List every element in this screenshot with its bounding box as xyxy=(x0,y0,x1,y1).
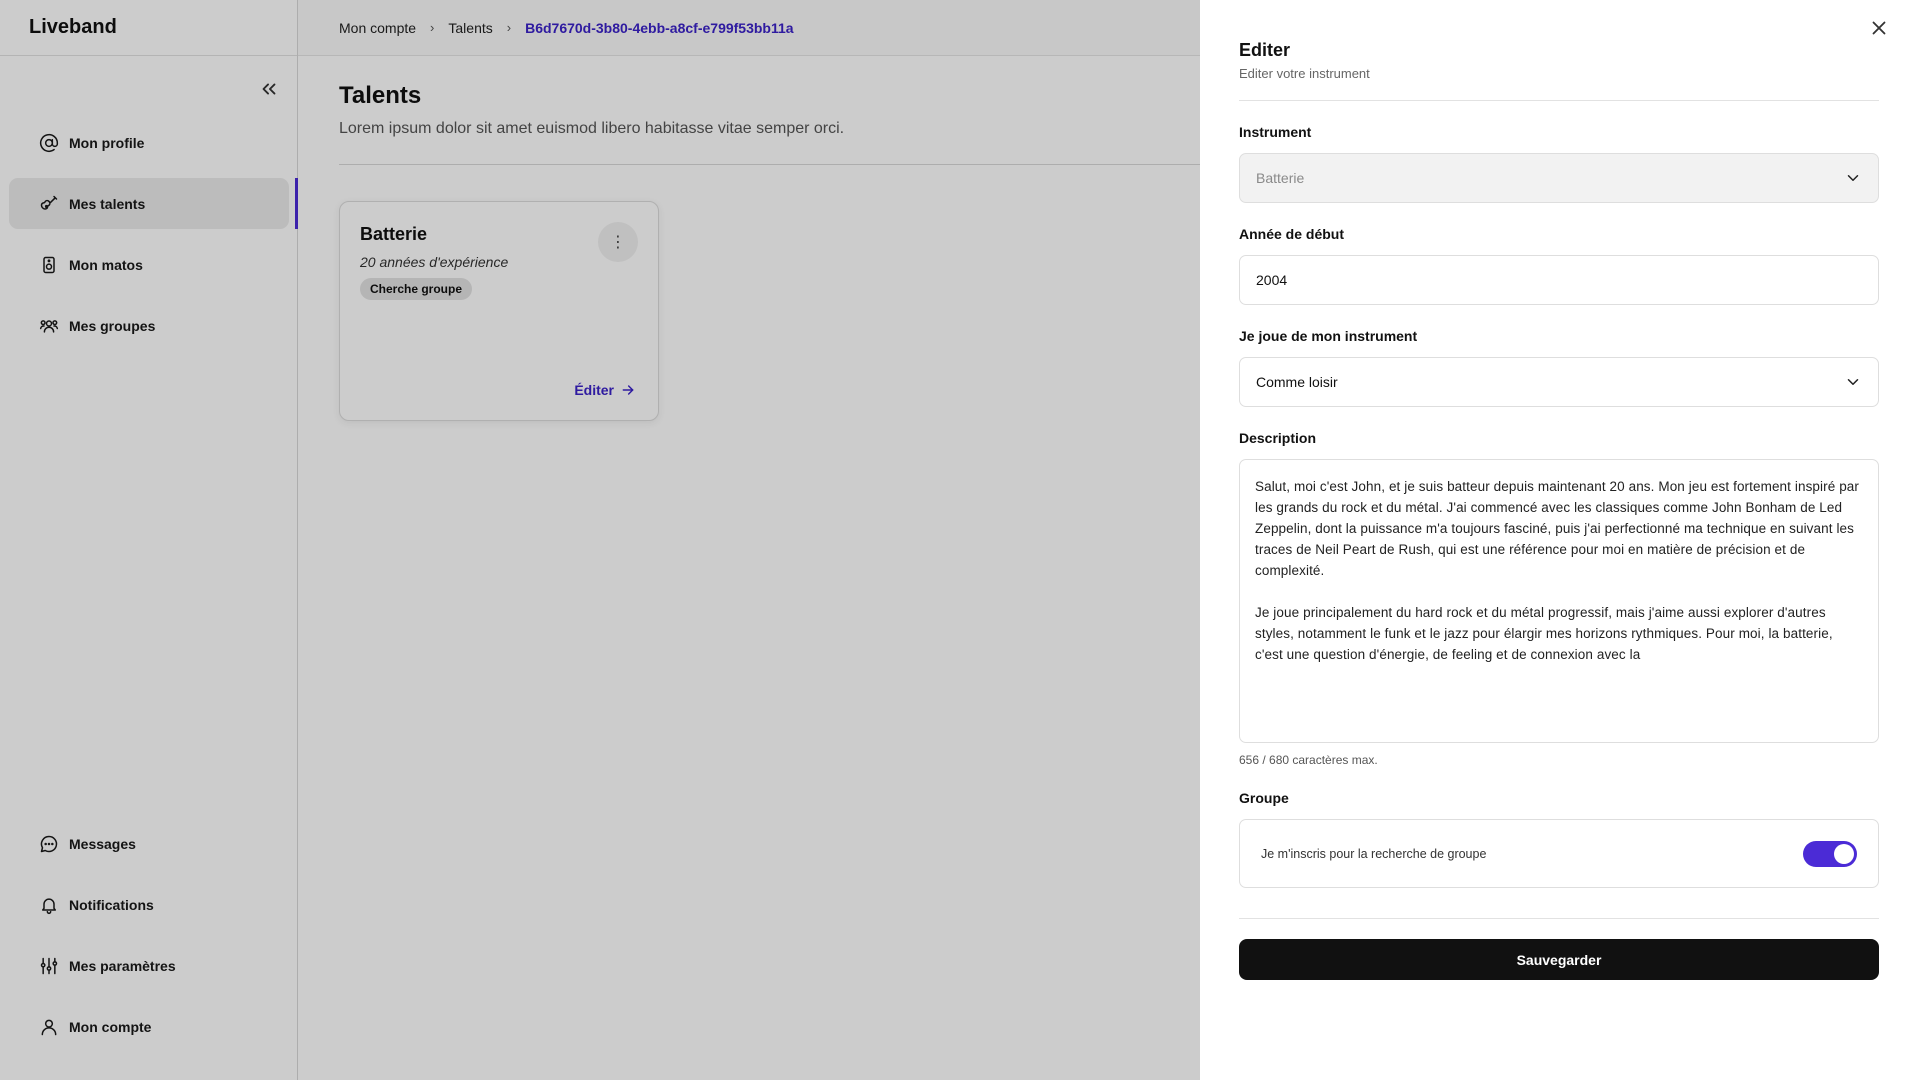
description-label: Description xyxy=(1239,430,1317,446)
instrument-select-value: Batterie xyxy=(1256,170,1305,186)
instrument-label: Instrument xyxy=(1239,124,1312,140)
drawer-title: Editer xyxy=(1239,40,1291,60)
start-year-input[interactable]: 2004 xyxy=(1239,255,1879,305)
close-icon[interactable] xyxy=(1868,17,1890,39)
play-mode-label: Je joue de mon instrument xyxy=(1239,328,1418,344)
chevron-down-icon xyxy=(1847,175,1859,181)
save-button[interactable]: Sauvegarder xyxy=(1239,939,1879,980)
play-mode-select-value: Comme loisir xyxy=(1256,374,1338,390)
start-year-label: Année de début xyxy=(1239,226,1345,242)
group-search-label: Je m'inscris pour la recherche de groupe xyxy=(1261,846,1487,861)
instrument-select[interactable]: Batterie xyxy=(1239,153,1879,203)
group-label: Groupe xyxy=(1239,790,1289,806)
drawer-form: Editer Editer votre instrument Instrumen… xyxy=(1239,40,1879,980)
character-counter: 656 / 680 caractères max. xyxy=(1239,753,1378,767)
divider xyxy=(1239,918,1879,919)
group-search-option: Je m'inscris pour la recherche de groupe xyxy=(1239,819,1879,888)
drawer-subtitle: Editer votre instrument xyxy=(1239,66,1370,81)
description-textarea[interactable]: Salut, moi c'est John, et je suis batteu… xyxy=(1239,459,1879,743)
chevron-down-icon xyxy=(1847,379,1859,385)
play-mode-select[interactable]: Comme loisir xyxy=(1239,357,1879,407)
start-year-value: 2004 xyxy=(1256,272,1288,288)
divider xyxy=(1239,100,1879,101)
toggle-knob xyxy=(1834,843,1854,864)
group-search-toggle[interactable] xyxy=(1803,840,1857,867)
modal-backdrop[interactable] xyxy=(0,0,1200,1080)
